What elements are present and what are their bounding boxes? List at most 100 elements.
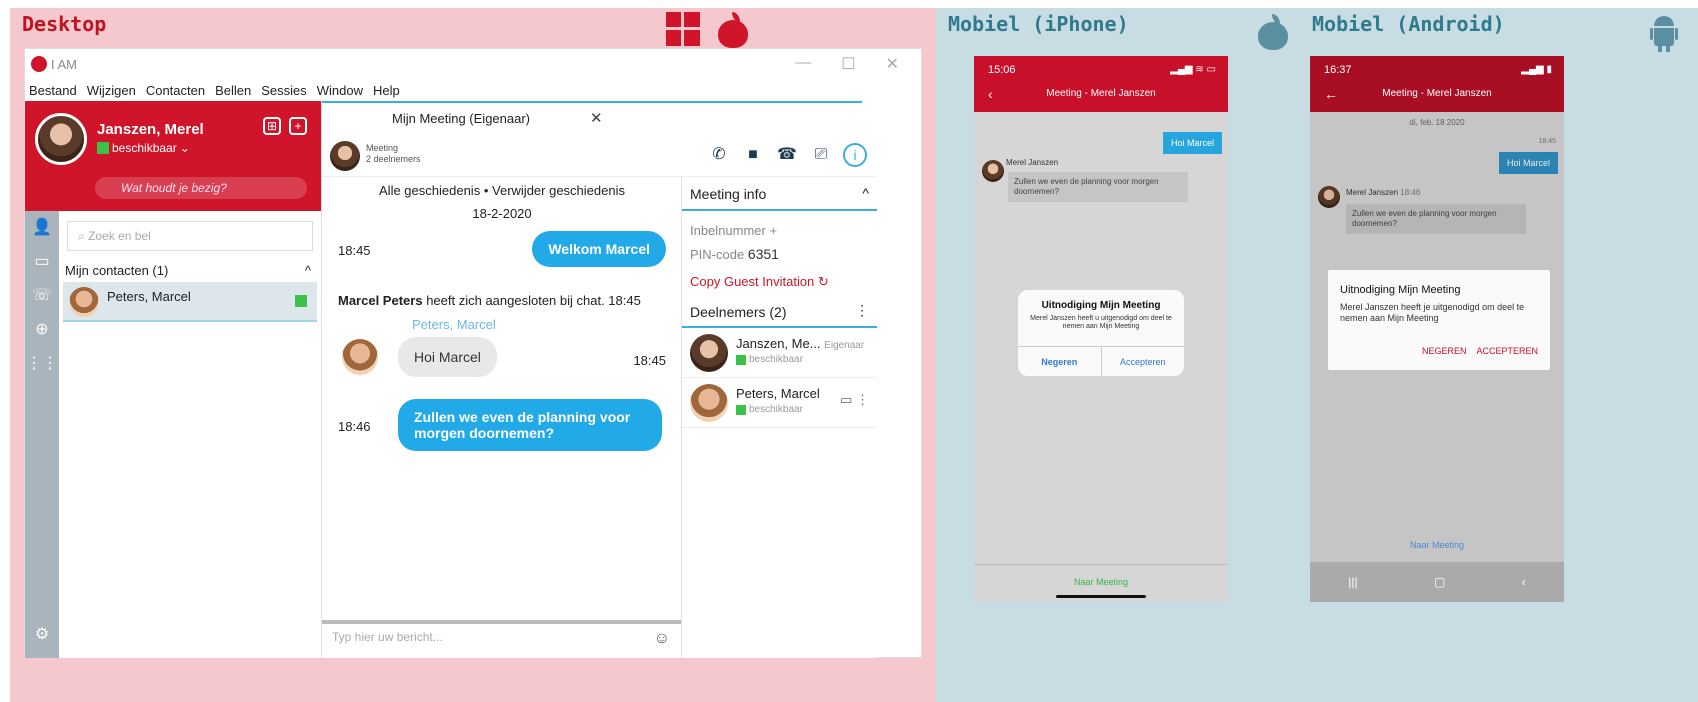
left-pane: Janszen, Merel beschikbaar ⌄ ⊞ + Wat hou… [25,101,321,658]
history-bar: Alle geschiedenis • Verwijder geschieden… [379,183,625,198]
meeting-info-pane: Meeting info ^ Inbelnummer + PIN-code 63… [681,177,877,658]
add-icon[interactable]: + [289,117,307,135]
group-label: Mijn contacten (1) [65,263,169,278]
screen-share-icon[interactable]: ⎚ [809,143,833,167]
search-input[interactable]: ⌕ Zoek en bel [67,221,313,251]
invitation-dialog: Uitnodiging Mijn Meeting Merel Janszen h… [1018,290,1184,376]
android-nav-bar: ||| ▢ ‹ [1310,562,1564,602]
maximize-icon[interactable]: ☐ [841,54,855,74]
close-tab-icon[interactable]: ✕ [590,109,603,127]
participant-item[interactable]: Janszen, Me... Eigenaar beschikbaar [682,328,877,378]
message-bubble-out: Hoi Marcel [1162,132,1222,154]
dialog-message: Merel Janszen heeft u uitgenodigd om dee… [1030,315,1172,330]
phone-icon[interactable]: ✆ [707,143,731,167]
chat-pane: Mijn Meeting (Eigenaar) ✕ Meeting 2 deel… [321,101,877,658]
chevron-up-icon: ^ [862,185,869,201]
android-logo-icon [1650,16,1678,52]
menu-bestand[interactable]: Bestand [29,83,77,98]
refresh-icon: ↻ [817,274,829,289]
participant-avatar [690,384,728,422]
close-window-icon[interactable]: ✕ [886,54,899,74]
menu-contacten[interactable]: Contacten [146,83,205,98]
windows-logo-icon [666,12,700,46]
status-indicator [736,354,746,365]
contacts-list: ⌕ Zoek en bel Mijn contacten (1) ^ Peter… [59,211,321,658]
tab-bar: Mijn Meeting (Eigenaar) ✕ [322,101,862,137]
recents-icon[interactable]: ||| [1348,575,1357,589]
copy-guest-invitation-link[interactable]: Copy Guest Invitation ↻ [682,266,877,298]
contact-group-header[interactable]: Mijn contacten (1) ^ [65,263,311,278]
profile-name: Janszen, Merel [97,121,204,138]
sender-avatar [982,160,1004,182]
conference-phone-icon[interactable]: ☎ [775,143,799,167]
more-icon[interactable]: ⋮ [856,392,869,407]
participant-item[interactable]: Peters, Marcel beschikbaar ▭ ⋮ [682,378,877,428]
menu-help[interactable]: Help [373,83,400,98]
ignore-button[interactable]: NEGEREN [1422,346,1467,356]
ignore-button[interactable]: Negeren [1018,347,1102,376]
status-indicator [295,295,307,307]
app-window: I AM — ☐ ✕ Bestand Wijzigen Contacten Be… [24,48,922,658]
accept-button[interactable]: Accepteren [1102,347,1185,376]
participant-name: Peters, Marcel [736,386,820,401]
status-dropdown[interactable]: beschikbaar ⌄ [97,141,190,155]
info-icon[interactable]: i [843,143,867,167]
iphone-screen: 15:06 ▂▄▆ ≋ ▭ ‹ Meeting - Merel Janszen … [974,56,1228,602]
globe-icon[interactable]: ⊕ [25,313,59,347]
desktop-panel: Desktop I AM — ☐ ✕ Bestand Wijzigen Cont… [10,8,936,702]
history-delete-link[interactable]: Verwijder geschiedenis [492,183,625,198]
participants-header[interactable]: Deelnemers (2) ⋮ [682,298,877,328]
message-time: 18:46 [338,419,371,434]
emoji-icon[interactable]: ☺ [654,630,670,648]
minimize-icon[interactable]: — [795,54,811,74]
chevron-up-icon: ^ [304,263,311,278]
chat-icon[interactable]: ▭ [25,245,59,279]
iphone-header: 15:06 ▂▄▆ ≋ ▭ ‹ Meeting - Merel Janszen [974,56,1228,112]
search-placeholder: Zoek en bel [88,229,151,243]
panel-title-desktop: Desktop [22,12,107,36]
dialog-title: Uitnodiging Mijn Meeting [1041,300,1161,311]
apple-logo-icon [718,12,748,48]
participant-role: Eigenaar [824,340,865,351]
window-titlebar: I AM — ☐ ✕ [25,49,921,79]
meeting-info-header[interactable]: Meeting info ^ [682,177,877,211]
profile-header: Janszen, Merel beschikbaar ⌄ ⊞ + Wat hou… [25,101,321,211]
message-sender: Merel Janszen [1006,158,1059,167]
dialog-message: Merel Janszen heeft je uitgenodigd om de… [1340,302,1525,323]
invitation-dialog: Uitnodiging Mijn Meeting Merel Janszen h… [1328,270,1550,370]
accept-button[interactable]: ACCEPTEREN [1476,346,1538,356]
message-composer[interactable]: Typ hier uw bericht... ☺ [322,620,682,658]
home-indicator [1056,595,1146,598]
chat-icon[interactable]: ▭ [840,392,852,407]
composer-placeholder: Typ hier uw bericht... [332,630,443,644]
video-icon[interactable]: ■ [741,143,765,167]
menu-sessies[interactable]: Sessies [261,83,307,98]
tab-meeting[interactable]: Mijn Meeting (Eigenaar) [392,111,530,126]
dialpad-icon[interactable]: ⋮⋮ [25,347,59,381]
meeting-type: Meeting [366,143,399,153]
sender-avatar [342,339,378,375]
status-label: beschikbaar [112,141,177,155]
message-sender: Peters, Marcel [412,317,496,332]
history-all-link[interactable]: Alle geschiedenis [379,183,480,198]
message-time: 18:45 [338,243,371,258]
mood-input[interactable]: Wat houdt je bezig? [95,177,307,199]
message-bubble-in: Hoi Marcel [398,337,497,377]
home-icon[interactable]: ▢ [1434,575,1445,589]
go-to-meeting-link[interactable]: Naar Meeting [1310,540,1564,550]
nav-rail: 👤 ▭ ☏ ⊕ ⋮⋮ ⚙ [25,211,59,658]
contacts-icon[interactable]: 👤 [25,211,59,245]
more-icon[interactable]: ⋮ [855,302,869,319]
back-nav-icon[interactable]: ‹ [1522,575,1526,589]
profile-avatar[interactable] [35,113,87,165]
menu-wijzigen[interactable]: Wijzigen [87,83,136,98]
gear-icon[interactable]: ⚙ [25,618,59,652]
menu-window[interactable]: Window [317,83,363,98]
menu-bellen[interactable]: Bellen [215,83,251,98]
android-header: 16:37 ▂▄▆ ▮ ← Meeting - Merel Janszen [1310,56,1564,112]
calls-icon[interactable]: ☏ [25,279,59,313]
app-name: I AM [51,56,78,72]
meeting-icon[interactable]: ⊞ [263,117,281,135]
contact-item[interactable]: Peters, Marcel [63,282,317,322]
join-notice: Marcel Peters heeft zich aangesloten bij… [338,293,641,308]
